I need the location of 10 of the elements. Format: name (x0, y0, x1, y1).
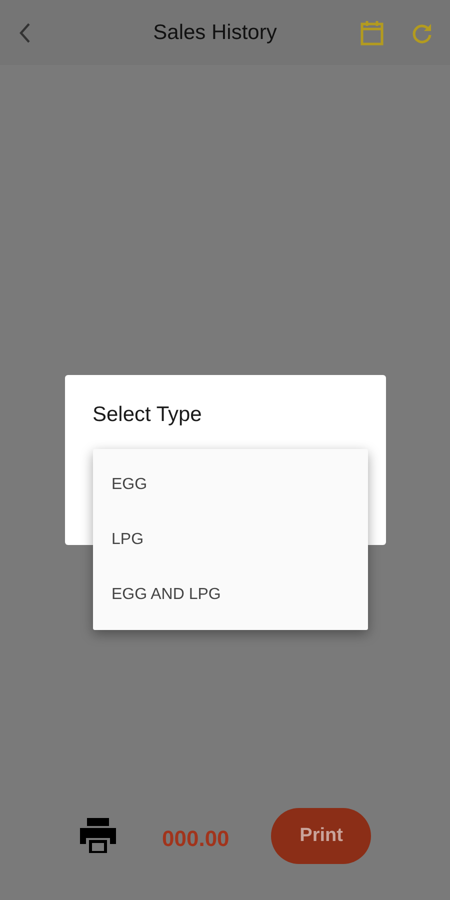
print-button[interactable]: Print (271, 808, 372, 864)
menu-item[interactable]: EGG AND LPG (92, 567, 368, 622)
calendar-icon[interactable] (358, 18, 386, 46)
back-icon[interactable] (18, 20, 32, 44)
menu-item[interactable]: EGG (92, 457, 368, 512)
total-amount: 000.00 (162, 826, 230, 852)
screen-title: Sales History (152, 20, 278, 44)
dialog-title: Select Type (92, 403, 202, 426)
menu-item[interactable]: LPG (92, 512, 368, 567)
printer-icon[interactable] (78, 818, 118, 854)
